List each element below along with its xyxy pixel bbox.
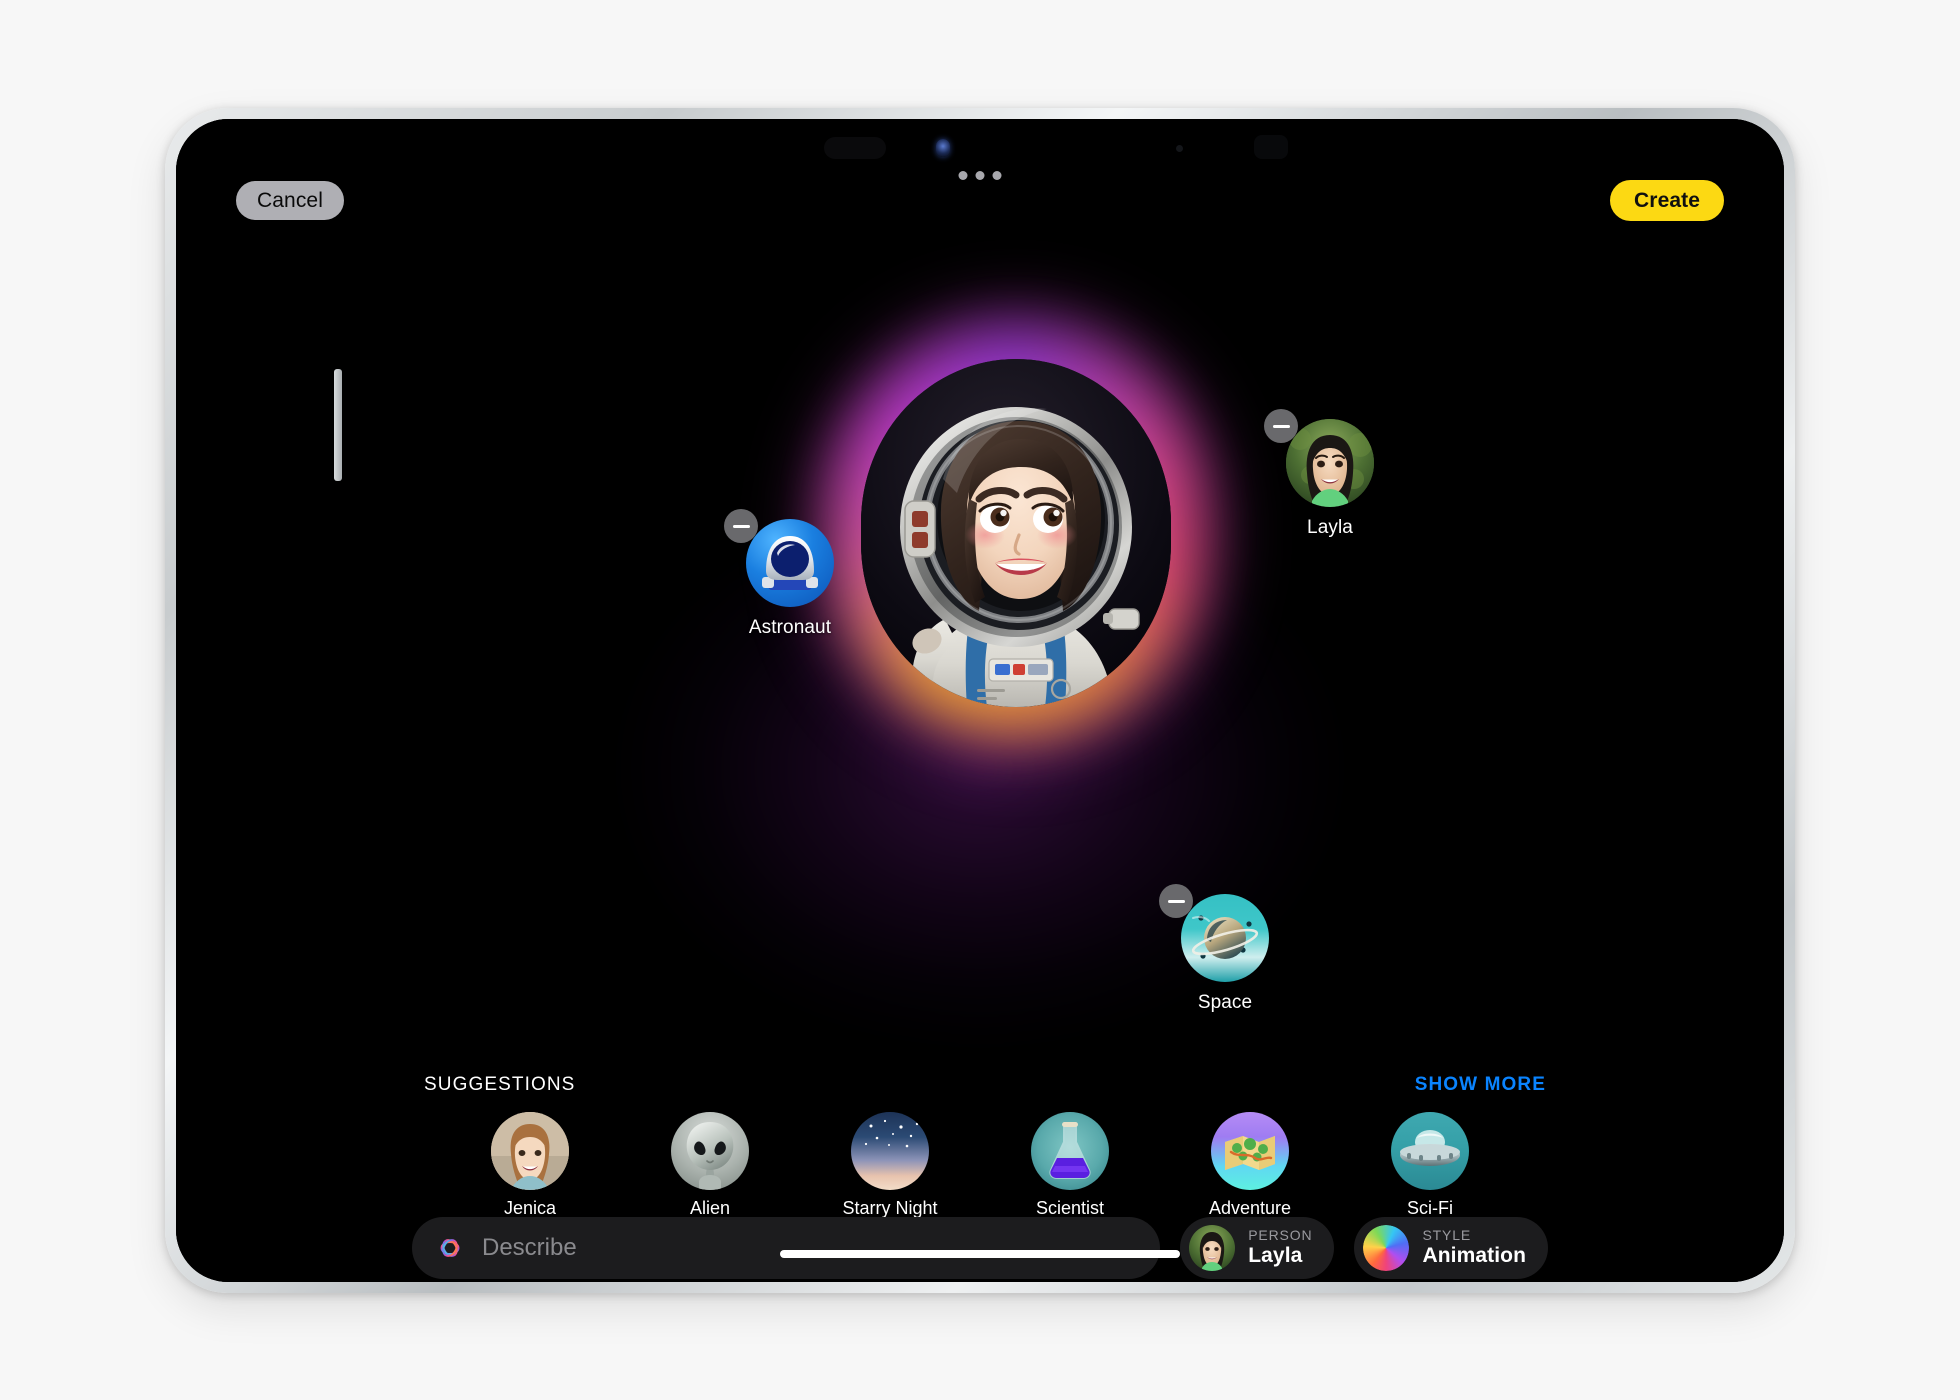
concept-chip-astronaut[interactable]: Astronaut — [724, 509, 844, 639]
home-indicator[interactable] — [780, 1250, 1180, 1258]
show-more-button[interactable]: SHOW MORE — [1415, 1074, 1546, 1096]
concept-canvas: Astronaut Layla Space — [176, 119, 1784, 1013]
suggestion-label: Jenica — [503, 1198, 557, 1218]
person-chip[interactable]: PERSON Layla — [1180, 1217, 1335, 1279]
person-photo-icon — [1286, 419, 1374, 507]
screenshot-stage: Cancel Create Astronaut Layla Space SUGG… — [0, 0, 1960, 1400]
jenica-portrait — [491, 1112, 569, 1190]
style-chip[interactable]: STYLE Animation — [1354, 1217, 1548, 1279]
apple-intelligence-icon — [440, 1239, 460, 1257]
planet-glyph — [1191, 915, 1259, 959]
genmoji-preview[interactable] — [803, 301, 1229, 765]
concept-chip-layla[interactable]: Layla — [1264, 409, 1384, 539]
suggestion-adventure[interactable]: Adventure — [1194, 1112, 1306, 1219]
night-sky-icon — [851, 1112, 929, 1190]
person-photo-icon — [1189, 1225, 1236, 1271]
suggestion-label: Sci-Fi — [1407, 1198, 1453, 1218]
suggestion-scientist[interactable]: Scientist — [1014, 1112, 1126, 1219]
map-icon — [1211, 1112, 1289, 1190]
astronaut-helmet-icon — [746, 519, 834, 607]
suggestion-alien[interactable]: Alien — [654, 1112, 766, 1219]
remove-chip-button[interactable] — [724, 509, 758, 543]
concept-chip-space[interactable]: Space — [1159, 884, 1279, 1014]
chip-label: Space — [1197, 992, 1253, 1013]
tablet-device-frame: Cancel Create Astronaut Layla Space SUGG… — [165, 108, 1795, 1293]
device-screen: Cancel Create Astronaut Layla Space SUGG… — [176, 119, 1784, 1282]
suggestion-jenica[interactable]: Jenica — [474, 1112, 586, 1219]
helmet-glyph — [762, 536, 818, 590]
flask-glyph — [1049, 1122, 1091, 1179]
person-chip-value: Layla — [1248, 1244, 1303, 1268]
style-chip-text: STYLE Animation — [1422, 1227, 1526, 1268]
stars-glyph — [864, 1119, 919, 1148]
suggestion-label: Alien — [689, 1198, 731, 1218]
alien-head-icon — [671, 1112, 749, 1190]
device-bezel: Cancel Create Astronaut Layla Space SUGG… — [176, 119, 1784, 1282]
suggestions-title: SUGGESTIONS — [424, 1074, 576, 1095]
suggestion-label: Scientist — [1035, 1198, 1105, 1218]
suggestions-header: SUGGESTIONS SHOW MORE — [176, 1074, 1784, 1104]
chip-label: Layla — [1307, 517, 1353, 538]
ufo-icon — [1391, 1112, 1469, 1190]
remove-chip-button[interactable] — [1159, 884, 1193, 918]
map-glyph — [1225, 1136, 1275, 1170]
ringed-planet-icon — [1181, 894, 1269, 982]
suggestion-label: Adventure — [1208, 1198, 1292, 1218]
layla-portrait — [1286, 419, 1374, 507]
style-chip-value: Animation — [1422, 1244, 1526, 1268]
layla-avatar — [1189, 1225, 1236, 1271]
suggestion-sci-fi[interactable]: Sci-Fi — [1374, 1112, 1486, 1219]
composer-bar: PERSON Layla STYLE Animation — [176, 1217, 1784, 1279]
power-button[interactable] — [334, 369, 342, 481]
remove-chip-button[interactable] — [1264, 409, 1298, 443]
style-chip-caption: STYLE — [1422, 1227, 1472, 1244]
astronaut-genmoji-illustration — [861, 359, 1171, 707]
flask-icon — [1031, 1112, 1109, 1190]
suggestions-list: Jenica Alien Starry Night Scientist Adve… — [176, 1112, 1784, 1219]
genmoji-image — [861, 359, 1171, 707]
person-chip-caption: PERSON — [1248, 1227, 1313, 1244]
person-photo-icon — [491, 1112, 569, 1190]
person-chip-text: PERSON Layla — [1248, 1227, 1313, 1268]
style-orb-icon — [1363, 1225, 1410, 1271]
alien-glyph — [686, 1122, 734, 1190]
suggestion-starry-night[interactable]: Starry Night — [834, 1112, 946, 1219]
ufo-glyph — [1400, 1130, 1460, 1166]
chip-label: Astronaut — [748, 617, 832, 638]
suggestion-label: Starry Night — [842, 1198, 938, 1218]
describe-field[interactable] — [412, 1217, 1161, 1279]
